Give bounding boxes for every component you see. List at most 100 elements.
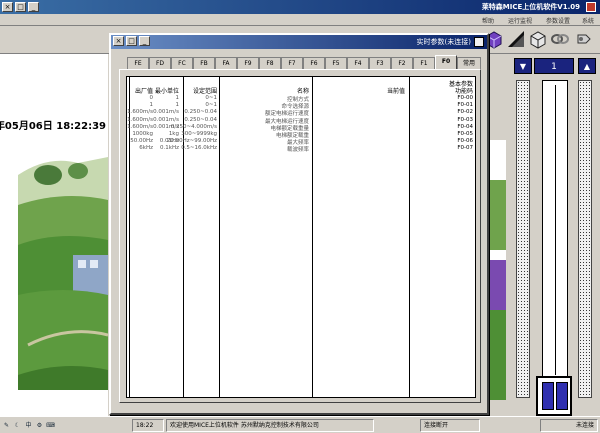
grid-cell-code: F0-05 <box>457 131 473 137</box>
grid-cell-default: 6kHz <box>139 145 153 152</box>
tab-f1[interactable]: F1 <box>413 57 435 69</box>
column-header-range: 设定范围 <box>192 88 217 95</box>
wrench-icon[interactable]: ⚙ <box>35 421 44 430</box>
dialog-titlebar: × □ _ 实时参数(未连接) <box>111 35 487 49</box>
grid-cell-unit: 1kg <box>168 131 179 137</box>
tab-fc[interactable]: FC <box>171 57 193 69</box>
channel-up-button[interactable]: ▲ <box>578 58 596 74</box>
ime-icon[interactable]: ✎ <box>2 421 11 430</box>
tab-f5[interactable]: F5 <box>325 57 347 69</box>
fader-line <box>555 85 556 375</box>
grid-cell-default: 50.00Hz <box>130 138 153 145</box>
control-panel: ▲ 1 ▼ <box>512 58 598 416</box>
column-header-current: 当前值 <box>386 88 405 95</box>
device-icon[interactable] <box>528 29 548 49</box>
app-title: 莱特森MICE上位机软件V1.09 <box>481 3 580 11</box>
menu-help[interactable]: 帮助 <box>482 16 494 25</box>
tab-f9[interactable]: F9 <box>237 57 259 69</box>
grid-cell-range: 0~1 <box>205 95 217 101</box>
column-header-name: 名称 <box>296 88 309 95</box>
grid-cell-range: 0.5~16.0kHz <box>181 145 217 152</box>
grid-cell-code: F0-04 <box>457 123 473 130</box>
grid-cell-code: F0-01 <box>457 102 473 109</box>
dialog-title: 实时参数(未连接) <box>416 38 471 46</box>
column-header-unit: 最小单位 <box>154 88 179 95</box>
tab-f6[interactable]: F6 <box>303 57 325 69</box>
grid-cell-unit: 1 <box>175 95 180 101</box>
column-separator <box>219 77 220 397</box>
params-dialog: × □ _ 实时参数(未连接) 常用 F0 F1 F2 F3 F4 F5 F6 F7 F8 F9 FA… <box>109 33 489 415</box>
fader-knob[interactable] <box>536 376 572 416</box>
grid-cell-name: 载波频率 <box>286 147 309 154</box>
fader-bar-right <box>556 382 568 410</box>
grid-cell-code: F0-02 <box>457 109 473 116</box>
params-grid: 基本参数 功能码 当前值 名称 设定范围 最小单位 出厂值 F0-00 控制方式 0~1 1 0 F0… <box>126 76 476 398</box>
minimize-button[interactable]: _ <box>28 2 39 12</box>
grid-cell-default: 0 <box>149 95 154 101</box>
fader-track[interactable] <box>542 80 568 398</box>
grid-cell-code: F0-06 <box>457 138 473 145</box>
grid-cell-default: 1000kg <box>132 131 153 137</box>
column-separator <box>409 77 410 397</box>
grid-cell-unit: 0.001m/s <box>153 123 179 130</box>
chart-icon[interactable] <box>506 29 526 49</box>
tab-f8[interactable]: F8 <box>259 57 281 69</box>
tab-常用[interactable]: 常用 <box>457 57 481 69</box>
keyboard-icon[interactable]: ⌨ <box>46 421 55 430</box>
close-button[interactable]: × <box>2 2 13 12</box>
column-header-default: 出厂值 <box>134 88 153 95</box>
chinese-mode-icon[interactable]: 中 <box>24 421 33 430</box>
grid-cell-default: 1.600m/s <box>127 109 153 116</box>
landscape-image <box>18 145 108 390</box>
grid-cell-unit: 0.1kHz <box>160 145 179 152</box>
grid-cell-default: 1 <box>149 102 154 109</box>
connect-icon[interactable] <box>574 29 594 49</box>
dialog-close-button[interactable]: × <box>113 36 124 46</box>
status-time: 18:22 <box>132 419 164 432</box>
tab-f0[interactable]: F0 <box>435 55 457 69</box>
fader-bar-left <box>542 382 554 410</box>
grid-cell-default: 1.600m/s <box>127 116 153 123</box>
tab-f4[interactable]: F4 <box>347 57 369 69</box>
grid-cell-range: 0~1 <box>205 102 217 109</box>
grid-cell-unit: 0.001m/s <box>153 116 179 123</box>
dialog-icon <box>474 37 484 47</box>
grid-cell-code: F0-07 <box>457 145 473 152</box>
menu-system[interactable]: 系统 <box>582 16 594 25</box>
app-titlebar: × □ _ 莱特森MICE上位机软件V1.09 <box>0 0 600 14</box>
desktop: × □ _ 莱特森MICE上位机软件V1.09 系统 参数设置 运行监视 帮助 … <box>0 0 600 433</box>
grid-cell-default: 1.600m/s <box>127 123 153 130</box>
app-icon <box>586 2 596 12</box>
tab-strip: 常用 F0 F1 F2 F3 F4 F5 F6 F7 F8 F9 FA FB FC FD FE <box>119 55 481 69</box>
grid-cell-code: F0-00 <box>457 95 473 101</box>
tab-f7[interactable]: F7 <box>281 57 303 69</box>
dialog-maximize-button[interactable]: □ <box>126 36 137 46</box>
tab-fb[interactable]: FB <box>193 57 215 69</box>
indicator-column-left <box>516 80 530 398</box>
grid-cell-range: 0.250~0.04 <box>184 109 217 116</box>
channel-number: 1 <box>534 58 574 74</box>
system-tray: ✎ ☾ 中 ⚙ ⌨ <box>2 419 55 432</box>
link-icon[interactable] <box>550 29 570 49</box>
channel-down-button[interactable]: ▼ <box>514 58 532 74</box>
maximize-button[interactable]: □ <box>15 2 26 12</box>
tab-fa[interactable]: FA <box>215 57 237 69</box>
tab-f3[interactable]: F3 <box>369 57 391 69</box>
status-state: 未连接 <box>540 419 598 432</box>
landscape-image-right <box>488 140 506 400</box>
tab-f2[interactable]: F2 <box>391 57 413 69</box>
dialog-minimize-button[interactable]: _ <box>139 36 150 46</box>
tab-fe[interactable]: FE <box>127 57 149 69</box>
dialog-body: 基本参数 功能码 当前值 名称 设定范围 最小单位 出厂值 F0-00 控制方式 0~1 1 0 F0… <box>119 69 481 403</box>
menu-monitor[interactable]: 运行监视 <box>508 16 532 25</box>
tab-fd[interactable]: FD <box>149 57 171 69</box>
column-separator <box>312 77 313 397</box>
grid-cell-range: 300~9999kg <box>181 131 217 137</box>
column-header-code: 功能码 <box>454 88 473 95</box>
grid-cell-unit: 1 <box>175 102 180 109</box>
grid-cell-unit: 0.01Hz <box>159 138 179 145</box>
statusbar: ✎ ☾ 中 ⚙ ⌨ 18:22 欢迎使用MICE上位机软件 苏州默纳克控制技术有… <box>0 416 600 433</box>
menu-params[interactable]: 参数设置 <box>546 16 570 25</box>
moon-icon[interactable]: ☾ <box>13 421 22 430</box>
menubar: 系统 参数设置 运行监视 帮助 <box>0 14 600 26</box>
